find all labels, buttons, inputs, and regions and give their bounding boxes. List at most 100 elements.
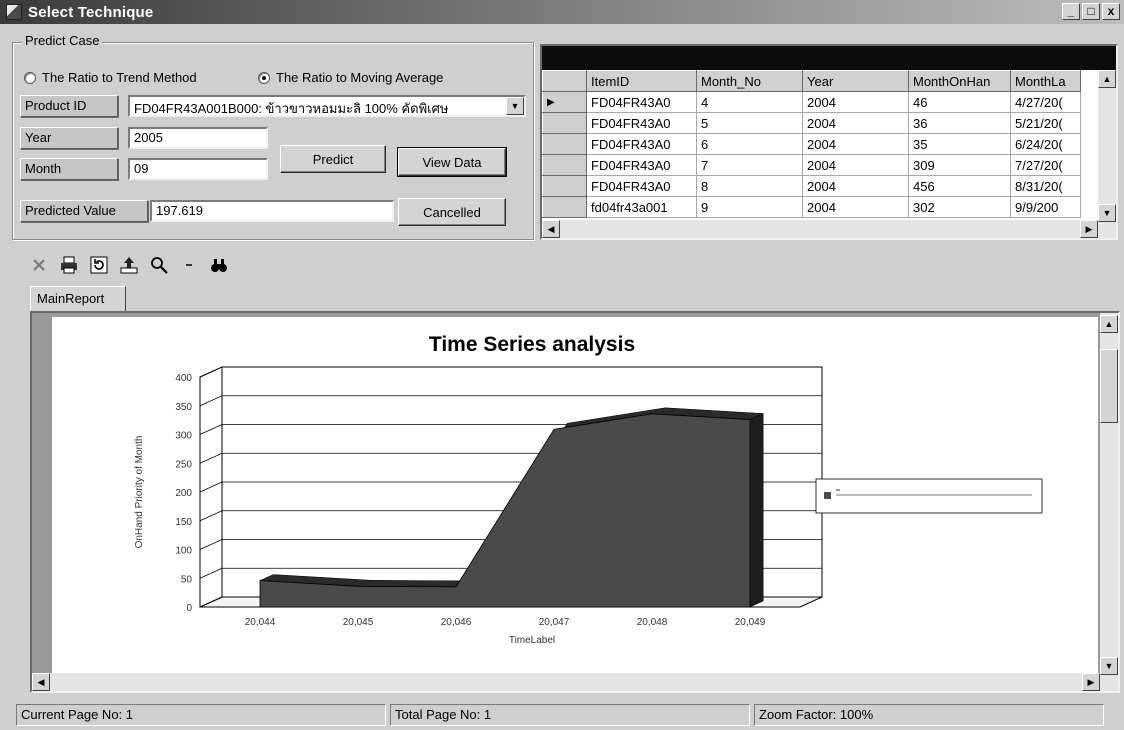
scroll-thumb[interactable]	[1100, 349, 1118, 423]
legend-swatch	[824, 492, 831, 499]
table-cell[interactable]: 46	[908, 91, 1011, 113]
tab-main-report[interactable]: MainReport	[30, 286, 126, 312]
table-cell[interactable]: 302	[908, 196, 1011, 218]
month-input[interactable]: 09	[128, 158, 268, 180]
table-cell[interactable]: FD04FR43A0	[586, 112, 697, 134]
y-tick-label: 200	[175, 488, 192, 499]
close-button[interactable]: x	[1102, 3, 1120, 20]
row-header[interactable]	[542, 133, 587, 155]
table-cell[interactable]: 2004	[802, 112, 909, 134]
table-cell[interactable]: FD04FR43A0	[586, 175, 697, 197]
scroll-left-icon[interactable]: ◀	[542, 220, 560, 238]
current-row-indicator-icon[interactable]: ▶	[542, 91, 587, 113]
table-cell[interactable]: FD04FR43A0	[586, 154, 697, 176]
month-label: Month	[20, 158, 118, 180]
table-cell[interactable]: 8/31/20(	[1010, 175, 1081, 197]
cancelled-button[interactable]: Cancelled	[398, 198, 506, 226]
table-cell[interactable]: fd04fr43a001	[586, 196, 697, 218]
product-id-combo[interactable]: FD04FR43A001B000: ข้าวขาวหอมมะลิ 100% คั…	[128, 95, 526, 117]
table-cell[interactable]: 9/9/200	[1010, 196, 1081, 218]
row-header[interactable]	[542, 154, 587, 176]
window-title: Select Technique	[28, 3, 154, 21]
zoom-icon[interactable]	[150, 256, 168, 274]
ratio-to-moving-average-radio[interactable]	[258, 71, 270, 84]
table-row[interactable]: ▶ FD04FR43A0 4 2004 46 4/27/20(	[542, 91, 1081, 113]
title-bar: Select Technique _ □ x	[0, 0, 1124, 24]
chevron-down-icon[interactable]: ▼	[506, 97, 524, 115]
minimize-button[interactable]: _	[1062, 3, 1080, 20]
find-icon[interactable]	[210, 256, 228, 274]
y-tick-label: 400	[175, 373, 192, 384]
export-icon[interactable]	[120, 256, 138, 274]
scroll-down-icon[interactable]: ▼	[1098, 204, 1116, 222]
table-cell[interactable]: 5	[696, 112, 803, 134]
table-cell[interactable]: 6	[696, 133, 803, 155]
x-tick-label: 20,044	[245, 617, 276, 628]
product-id-label: Product ID	[20, 95, 118, 117]
report-page: Time Series analysis 0 50 100 150 200 250 300 35…	[52, 317, 1098, 675]
table-cell[interactable]: FD04FR43A0	[586, 133, 697, 155]
table-cell[interactable]: 35	[908, 133, 1011, 155]
table-row[interactable]: FD04FR43A0 7 2004 309 7/27/20(	[542, 154, 1081, 176]
table-cell[interactable]: 4	[696, 91, 803, 113]
table-row[interactable]: fd04fr43a001 9 2004 302 9/9/200	[542, 196, 1081, 218]
grid-header-row: ItemID Month_No Year MonthOnHan MonthLa	[542, 70, 1081, 92]
scroll-up-icon[interactable]: ▲	[1098, 70, 1116, 88]
viewer-horizontal-scrollbar[interactable]: ◀ ▶	[32, 673, 1100, 691]
print-icon[interactable]	[60, 256, 78, 274]
table-cell[interactable]: 36	[908, 112, 1011, 134]
grid-vertical-scrollbar[interactable]: ▲ ▼	[1098, 70, 1116, 238]
year-input[interactable]: 2005	[128, 127, 268, 149]
table-cell[interactable]: 7	[696, 154, 803, 176]
close-icon[interactable]	[30, 256, 48, 274]
refresh-icon[interactable]	[90, 256, 108, 274]
ratio-to-moving-average-option[interactable]: The Ratio to Moving Average	[258, 70, 443, 85]
table-row[interactable]: FD04FR43A0 5 2004 36 5/21/20(	[542, 112, 1081, 134]
scroll-left-icon[interactable]: ◀	[32, 673, 50, 691]
table-cell[interactable]: 2004	[802, 196, 909, 218]
table-cell[interactable]: 2004	[802, 91, 909, 113]
scroll-right-icon[interactable]: ▶	[1082, 673, 1100, 691]
column-header[interactable]: ItemID	[586, 70, 697, 92]
table-cell[interactable]: 6/24/20(	[1010, 133, 1081, 155]
table-cell[interactable]: 456	[908, 175, 1011, 197]
table-cell[interactable]: 8	[696, 175, 803, 197]
area-series-side	[749, 413, 764, 608]
grid-horizontal-scrollbar[interactable]: ◀ ▶	[542, 220, 1098, 238]
table-cell[interactable]: 7/27/20(	[1010, 154, 1081, 176]
scroll-down-icon[interactable]: ▼	[1100, 657, 1118, 675]
column-header[interactable]: MonthOnHan	[908, 70, 1011, 92]
predict-case-legend: Predict Case	[22, 33, 103, 48]
row-header[interactable]	[542, 112, 587, 134]
status-bar: Current Page No: 1 Total Page No: 1 Zoom…	[0, 700, 1124, 730]
table-cell[interactable]: FD04FR43A0	[586, 91, 697, 113]
table-row[interactable]: FD04FR43A0 8 2004 456 8/31/20(	[542, 175, 1081, 197]
column-header[interactable]: Month_No	[696, 70, 803, 92]
dropdown-icon[interactable]	[180, 256, 198, 274]
grid-table: ItemID Month_No Year MonthOnHan MonthLa …	[542, 70, 1081, 218]
scroll-up-icon[interactable]: ▲	[1100, 315, 1118, 333]
table-cell[interactable]: 5/21/20(	[1010, 112, 1081, 134]
report-viewer[interactable]: Time Series analysis 0 50 100 150 200 250 300 35…	[30, 311, 1120, 693]
viewer-vertical-scrollbar[interactable]: ▲ ▼	[1100, 313, 1118, 691]
row-header[interactable]	[542, 196, 587, 218]
table-row[interactable]: FD04FR43A0 6 2004 35 6/24/20(	[542, 133, 1081, 155]
table-cell[interactable]: 2004	[802, 175, 909, 197]
ratio-to-trend-option[interactable]: The Ratio to Trend Method	[24, 70, 197, 85]
maximize-button[interactable]: □	[1082, 3, 1100, 20]
predict-button[interactable]: Predict	[280, 145, 386, 173]
table-cell[interactable]: 2004	[802, 133, 909, 155]
view-data-button[interactable]: View Data	[397, 147, 507, 177]
column-header[interactable]: MonthLa	[1010, 70, 1081, 92]
table-cell[interactable]: 309	[908, 154, 1011, 176]
table-cell[interactable]: 9	[696, 196, 803, 218]
x-axis-label: TimeLabel	[509, 635, 555, 646]
table-cell[interactable]: 2004	[802, 154, 909, 176]
product-id-value: FD04FR43A001B000: ข้าวขาวหอมมะลิ 100% คั…	[134, 101, 449, 116]
data-grid[interactable]: ItemID Month_No Year MonthOnHan MonthLa …	[540, 44, 1118, 240]
ratio-to-trend-radio[interactable]	[24, 71, 36, 84]
row-header[interactable]	[542, 175, 587, 197]
scroll-right-icon[interactable]: ▶	[1080, 220, 1098, 238]
table-cell[interactable]: 4/27/20(	[1010, 91, 1081, 113]
column-header[interactable]: Year	[802, 70, 909, 92]
